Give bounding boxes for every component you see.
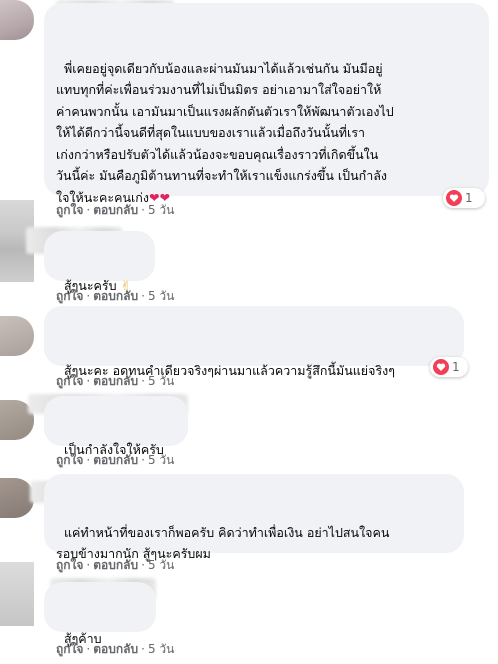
- separator: ·: [86, 203, 91, 217]
- separator: ·: [141, 289, 145, 303]
- separator: ·: [141, 203, 145, 217]
- timestamp[interactable]: 5 วัน: [148, 453, 174, 467]
- reaction-count[interactable]: 1: [443, 188, 485, 208]
- comment-actions: ถูกใจ · ตอบกลับ · 5 วัน: [56, 556, 174, 575]
- avatar[interactable]: [0, 562, 34, 626]
- reply-link[interactable]: ตอบกลับ: [93, 374, 138, 388]
- separator: ·: [141, 642, 145, 656]
- comment-actions: ถูกใจ · ตอบกลับ · 5 วัน: [56, 201, 174, 220]
- heart-reaction-icon: [446, 190, 465, 206]
- avatar[interactable]: [0, 0, 34, 40]
- comment-actions: ถูกใจ · ตอบกลับ · 5 วัน: [56, 287, 174, 306]
- reply-link[interactable]: ตอบกลับ: [93, 453, 138, 467]
- separator: ·: [86, 453, 91, 467]
- reaction-number: 1: [452, 360, 460, 374]
- separator: ·: [86, 642, 91, 656]
- comment-actions: ถูกใจ · ตอบกลับ · 5 วัน: [56, 372, 174, 391]
- timestamp[interactable]: 5 วัน: [148, 289, 174, 303]
- comment-actions: ถูกใจ · ตอบกลับ · 5 วัน: [56, 451, 174, 470]
- reply-link[interactable]: ตอบกลับ: [93, 203, 138, 217]
- reply-link[interactable]: ตอบกลับ: [93, 289, 138, 303]
- reaction-count[interactable]: 1: [430, 357, 468, 377]
- separator: ·: [86, 558, 91, 572]
- avatar[interactable]: [0, 478, 34, 518]
- like-link[interactable]: ถูกใจ: [56, 289, 83, 303]
- heart-reaction-icon: [433, 359, 452, 375]
- like-link[interactable]: ถูกใจ: [56, 558, 83, 572]
- comment-text: พี่เคยอยู่จุดเดียวกับน้องและผ่านมันมาได้…: [56, 36, 394, 208]
- timestamp[interactable]: 5 วัน: [148, 203, 174, 217]
- avatar[interactable]: [0, 316, 34, 356]
- separator: ·: [141, 453, 145, 467]
- like-link[interactable]: ถูกใจ: [56, 203, 83, 217]
- like-link[interactable]: ถูกใจ: [56, 642, 83, 656]
- separator: ·: [86, 374, 91, 388]
- separator: ·: [86, 289, 91, 303]
- timestamp[interactable]: 5 วัน: [148, 374, 174, 388]
- comment-body: พี่เคยอยู่จุดเดียวกับน้องและผ่านมันมาได้…: [56, 60, 394, 205]
- separator: ·: [141, 558, 145, 572]
- comment-actions: ถูกใจ · ตอบกลับ · 5 วัน: [56, 640, 174, 659]
- timestamp[interactable]: 5 วัน: [148, 558, 174, 572]
- reply-link[interactable]: ตอบกลับ: [93, 558, 138, 572]
- like-link[interactable]: ถูกใจ: [56, 453, 83, 467]
- reply-link[interactable]: ตอบกลับ: [93, 642, 138, 656]
- timestamp[interactable]: 5 วัน: [148, 642, 174, 656]
- separator: ·: [141, 374, 145, 388]
- like-link[interactable]: ถูกใจ: [56, 374, 83, 388]
- reaction-number: 1: [465, 191, 473, 205]
- comment-text: แค่ทำหน้าที่ของเราก็พอครับ คิดว่าทำเพื่อ…: [56, 500, 389, 565]
